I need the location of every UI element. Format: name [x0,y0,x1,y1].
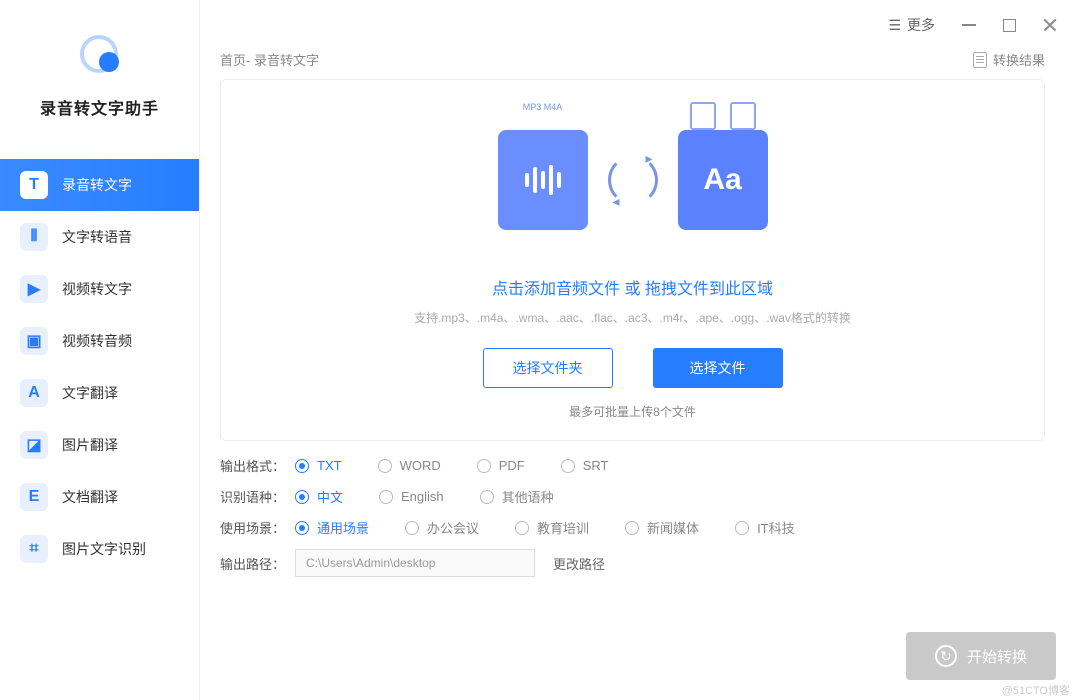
format-word[interactable]: WORD [378,458,441,473]
lang-row: 识别语种： 中文 English 其他语种 [220,487,1045,506]
drop-note: 最多可批量上传8个文件 [241,403,1024,420]
breadcrumb-row: 首页- 录音转文字 转换结果 [200,50,1080,79]
minimize-button[interactable] [959,15,979,35]
format-row: 输出格式： TXT WORD PDF SRT [220,456,1045,475]
nav-label: 图片文字识别 [62,539,146,559]
document-icon [973,52,987,68]
nav-text-translate[interactable]: A 文字翻译 [0,367,199,419]
app-logo [75,30,125,80]
output-path-input[interactable] [295,549,535,577]
choose-file-button[interactable]: 选择文件 [653,348,783,388]
maximize-button[interactable] [1003,19,1016,32]
scan-icon: ⌗ [20,535,48,563]
nav-text-to-speech[interactable]: ⦀ 文字转语音 [0,211,199,263]
breadcrumb: 首页- 录音转文字 [220,50,319,69]
text-icon: T [20,171,48,199]
nav-audio-to-text[interactable]: T 录音转文字 [0,159,199,211]
nav-label: 文字翻译 [62,383,118,403]
scene-education[interactable]: 教育培训 [515,518,589,537]
button-row: 选择文件夹 选择文件 [241,348,1024,388]
lang-label: 识别语种： [220,487,295,506]
nav-label: 视频转音频 [62,331,132,351]
start-label: 开始转换 [967,646,1027,667]
format-txt[interactable]: TXT [295,458,342,473]
play-icon: ▶ [20,275,48,303]
lang-en[interactable]: English [379,489,444,504]
image-translate-icon: ◪ [20,431,48,459]
watermark: @51CTO博客 [1002,682,1070,698]
nav-label: 文字转语音 [62,227,132,247]
scene-row: 使用场景： 通用场景 办公会议 教育培训 新闻媒体 IT科技 [220,518,1045,537]
cycle-icon [608,155,658,205]
more-label: 更多 [907,15,935,35]
nav-video-to-audio[interactable]: ▣ 视频转音频 [0,315,199,367]
nav-image-translate[interactable]: ◪ 图片翻译 [0,419,199,471]
more-menu[interactable]: 更多 [888,15,935,35]
result-label: 转换结果 [993,50,1045,69]
main: 更多 首页- 录音转文字 转换结果 Aa 点击添加音频文件 或 拖拽文件到此区域… [200,0,1080,700]
nav: T录音转文字 ⦀文字转语音 ▶视频转文字 ▣视频转音频 A文字翻译 ◪图片翻译 … [0,159,199,575]
drop-title: 点击添加音频文件 或 拖拽文件到此区域 [241,275,1024,299]
start-convert-button[interactable]: 开始转换 [906,632,1056,680]
nav-label: 图片翻译 [62,435,118,455]
scene-office[interactable]: 办公会议 [405,518,479,537]
text-box-icon: Aa [678,130,768,230]
change-path-link[interactable]: 更改路径 [553,554,605,573]
path-label: 输出路径： [220,554,295,573]
nav-label: 文档翻译 [62,487,118,507]
result-link[interactable]: 转换结果 [973,50,1045,69]
scene-news[interactable]: 新闻媒体 [625,518,699,537]
wave-icon: ⦀ [20,223,48,251]
app-name: 录音转文字助手 [0,95,199,119]
nav-video-to-text[interactable]: ▶ 视频转文字 [0,263,199,315]
lang-zh[interactable]: 中文 [295,487,343,506]
logo-area: 录音转文字助手 [0,0,199,139]
audio-box-icon [498,130,588,230]
nav-label: 视频转文字 [62,279,132,299]
refresh-icon [935,645,957,667]
nav-doc-translate[interactable]: E 文档翻译 [0,471,199,523]
drop-hint: 支持.mp3、.m4a、.wma、.aac、.flac、.ac3、.m4r、.a… [241,309,1024,326]
sidebar: 录音转文字助手 T 录音转文字 ⦀ 文字转语音 ▶ 视频转文字 ▣ 视频转音频 A 文字翻… [0,0,200,700]
format-srt[interactable]: SRT [561,458,609,473]
drop-panel[interactable]: Aa 点击添加音频文件 或 拖拽文件到此区域 支持.mp3、.m4a、.wma、… [220,79,1045,441]
choose-folder-button[interactable]: 选择文件夹 [483,348,613,388]
convert-icon: ▣ [20,327,48,355]
illustration: Aa [241,105,1024,255]
scene-it[interactable]: IT科技 [735,518,795,537]
path-row: 输出路径： 更改路径 [220,549,1045,577]
titlebar: 更多 [200,0,1080,50]
menu-icon [888,17,901,34]
scene-general[interactable]: 通用场景 [295,518,369,537]
translate-icon: A [20,379,48,407]
doc-icon: E [20,483,48,511]
lang-other[interactable]: 其他语种 [480,487,554,506]
format-pdf[interactable]: PDF [477,458,525,473]
scene-label: 使用场景： [220,518,295,537]
options: 输出格式： TXT WORD PDF SRT 识别语种： 中文 English … [200,456,1080,589]
nav-ocr[interactable]: ⌗ 图片文字识别 [0,523,199,575]
nav-label: 录音转文字 [62,175,132,195]
format-label: 输出格式： [220,456,295,475]
close-button[interactable] [1040,15,1060,35]
